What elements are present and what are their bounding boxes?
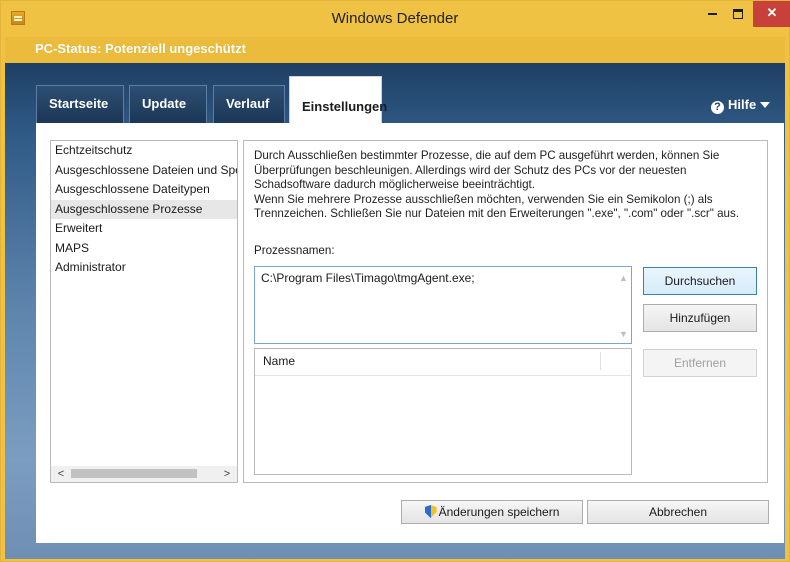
chevron-down-icon (760, 102, 771, 108)
description-paragraph-2: Wenn Sie mehrere Prozesse ausschließen m… (254, 192, 740, 221)
browse-button[interactable]: Durchsuchen (643, 267, 757, 295)
process-input-scrollbar[interactable]: ▲ ▼ (615, 267, 631, 343)
cancel-button[interactable]: Abbrechen (587, 500, 769, 524)
settings-content: Echtzeitschutz Ausgeschlossene Dateien u… (36, 123, 784, 543)
scroll-up-icon[interactable]: ▲ (619, 273, 628, 283)
description-paragraph-1: Durch Ausschließen bestimmter Prozesse, … (254, 149, 720, 191)
maximize-button[interactable] (725, 1, 751, 27)
description-text: Durch Ausschließen bestimmter Prozesse, … (254, 149, 759, 222)
question-circle-icon: ? (711, 101, 724, 114)
process-names-input[interactable]: C:\Program Files\Timago\tmgAgent.exe; ▲ … (254, 266, 632, 344)
save-changes-button[interactable]: Änderungen speichern (401, 500, 583, 524)
nav-item-administrator[interactable]: Administrator (51, 258, 237, 278)
remove-button[interactable]: Entfernen (643, 349, 757, 377)
process-names-value: C:\Program Files\Timago\tmgAgent.exe; (261, 271, 475, 285)
minimize-button[interactable] (699, 1, 725, 27)
nav-item-maps[interactable]: MAPS (51, 239, 237, 259)
nav-item-echtzeitschutz[interactable]: Echtzeitschutz (51, 141, 237, 161)
process-names-label: Prozessnamen: (254, 244, 335, 257)
column-header-label: Name (263, 354, 296, 368)
nav-horizontal-scrollbar[interactable]: < > (50, 466, 238, 483)
scrollbar-thumb[interactable] (71, 469, 197, 478)
excluded-processes-list[interactable]: Name (254, 348, 632, 475)
scroll-down-icon[interactable]: ▼ (619, 329, 628, 339)
window-title: Windows Defender (331, 10, 459, 27)
tab-verlauf[interactable]: Verlauf (213, 85, 285, 123)
maximize-icon (733, 8, 743, 19)
add-button[interactable]: Hinzufügen (643, 304, 757, 332)
tab-startseite[interactable]: Startseite (36, 85, 124, 123)
pc-status-bar: PC-Status: Potenziell ungeschützt (5, 37, 785, 63)
column-divider[interactable] (600, 352, 601, 370)
title-bar[interactable]: Windows Defender ✕ (1, 1, 790, 37)
nav-item-ausgeschlossene-prozesse[interactable]: Ausgeschlossene Prozesse (51, 199, 237, 219)
column-header-name[interactable]: Name (255, 349, 631, 376)
scroll-left-icon[interactable]: < (53, 466, 69, 482)
help-menu[interactable]: ? Hilfe (711, 97, 771, 114)
nav-item-erweitert[interactable]: Erweitert (51, 219, 237, 239)
nav-item-ausgeschlossene-dateitypen[interactable]: Ausgeschlossene Dateitypen (51, 180, 237, 200)
pc-status-text: PC-Status: Potenziell ungeschützt (35, 41, 246, 56)
process-exclusion-panel: Durch Ausschließen bestimmter Prozesse, … (243, 140, 768, 483)
close-button[interactable]: ✕ (753, 1, 790, 27)
nav-item-ausgeschlossene-dateien[interactable]: Ausgeschlossene Dateien und Speicherorte (51, 161, 237, 181)
tab-update[interactable]: Update (129, 85, 207, 123)
uac-shield-icon (424, 505, 437, 518)
close-icon: ✕ (766, 5, 778, 20)
app-window: Windows Defender ✕ PC-Status: Potenziell… (0, 0, 790, 562)
help-label: Hilfe (728, 97, 757, 112)
settings-nav-list: Echtzeitschutz Ausgeschlossene Dateien u… (50, 140, 238, 483)
tab-einstellungen[interactable]: Einstellungen (289, 76, 387, 124)
main-area: Startseite Update Verlauf Einstellungen … (5, 63, 785, 559)
save-changes-label: Änderungen speichern (438, 505, 560, 519)
minimize-icon (707, 12, 717, 15)
scroll-right-icon[interactable]: > (219, 466, 235, 482)
